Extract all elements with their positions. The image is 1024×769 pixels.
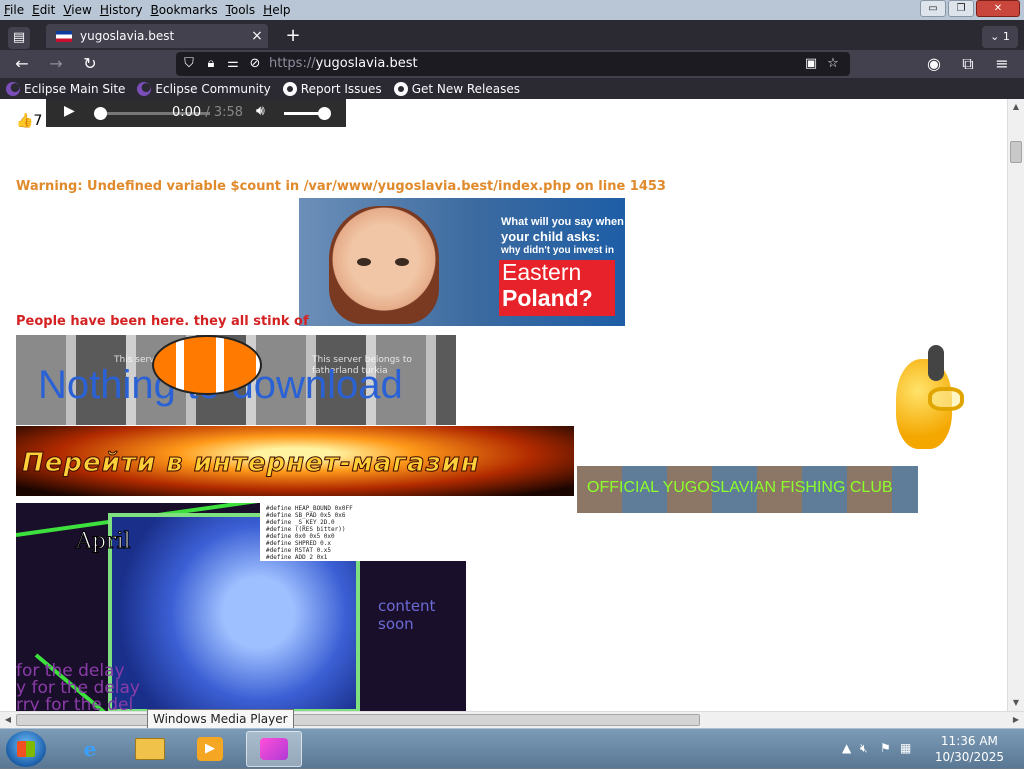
menu-history[interactable]: History — [96, 0, 147, 20]
permissions-icon[interactable]: ⚌ — [224, 55, 242, 73]
ad-line-1: What will you say when — [501, 216, 624, 228]
tab-title: yugoslavia.best — [80, 29, 175, 43]
shop-banner-text: Перейти в интернет-магазин — [22, 448, 480, 479]
ad-poland: Poland? — [502, 285, 593, 311]
forward-arrow-icon[interactable]: → — [44, 53, 68, 75]
fishing-club-text: OFFICIAL YUGOSLAVIAN FISHING CLUB — [587, 479, 893, 496]
tracking-blocked-icon[interactable]: ⊘ — [246, 55, 264, 73]
bookmark-eclipse-main-site[interactable]: Eclipse Main Site — [6, 81, 125, 96]
tab-bar: ▤ yugoslavia.best × + ⌄ 1 — [0, 20, 1024, 50]
stink-text: People have been here. they all stink of — [16, 314, 309, 329]
reload-icon[interactable]: ↻ — [78, 53, 102, 75]
extensions-icon[interactable]: ⧉ — [956, 53, 980, 75]
diver-duck-image — [888, 345, 966, 457]
bookmark-get-new-releases[interactable]: Get New Releases — [393, 81, 520, 96]
audio-time: 0:00 / 3:58 — [172, 105, 244, 120]
menu-bookmarks[interactable]: Bookmarks — [147, 0, 222, 20]
menu-tools[interactable]: Tools — [222, 0, 260, 20]
new-tab-button[interactable]: + — [282, 25, 304, 47]
list-all-tabs-button[interactable]: ⌄ 1 — [982, 26, 1018, 48]
eastern-poland-ad[interactable]: What will you say when your child asks: … — [299, 198, 625, 326]
navigation-toolbar: ← → ↻ ⛉ 🔒︎ ⚌ ⊘ https://yugoslavia.best ▣… — [0, 50, 1024, 78]
file-explorer-icon[interactable] — [122, 731, 178, 767]
account-icon[interactable]: ◉ — [922, 53, 946, 75]
github-icon — [393, 81, 408, 96]
tab-close-icon[interactable]: × — [246, 28, 268, 44]
taskbar-tooltip: Windows Media Player — [147, 709, 294, 729]
scroll-right-arrow-icon[interactable]: ▶ — [1008, 712, 1024, 728]
minimize-button[interactable]: ▭ — [920, 0, 946, 17]
network-icon[interactable]: ▦ — [900, 741, 911, 755]
vertical-scroll-thumb[interactable] — [1010, 141, 1022, 163]
bookmarks-toolbar: Eclipse Main Site Eclipse Community Repo… — [0, 78, 1024, 99]
page-content: 👍7 ▶ 0:00 / 3:58 🔊︎ Warning: Undefined v… — [0, 99, 1007, 711]
april-text: April — [76, 529, 132, 555]
volume-muted-icon[interactable]: 🔇︎ — [860, 741, 868, 756]
menu-view[interactable]: View — [59, 0, 95, 20]
windows-logo-icon — [17, 741, 35, 757]
reader-view-icon[interactable]: ▣ — [802, 55, 820, 73]
clock-date: 10/30/2025 — [934, 750, 1004, 764]
github-icon — [282, 81, 297, 96]
clownfish-image — [152, 335, 262, 395]
child-face-image — [329, 206, 439, 324]
eclipse-icon — [137, 81, 152, 96]
ad-eastern: Eastern — [502, 259, 582, 285]
ad-line-2: your child asks: — [501, 229, 600, 244]
action-center-flag-icon[interactable]: ⚑ — [880, 741, 891, 755]
fishing-club-banner[interactable]: OFFICIAL YUGOSLAVIAN FISHING CLUB — [577, 466, 918, 513]
audio-player[interactable]: ▶ 0:00 / 3:58 🔊︎ — [46, 99, 346, 127]
code-notes-image: #define HEAP_BOUND 0x0FF #define SB_PAD 0… — [260, 503, 466, 561]
clock-time: 11:36 AM — [940, 734, 998, 748]
audio-progress-knob[interactable] — [94, 107, 107, 120]
horizontal-scroll-thumb[interactable] — [16, 714, 700, 726]
april-collage-image: #define HEAP_BOUND 0x0FF #define SB_PAD 0… — [16, 503, 466, 711]
clock[interactable]: 11:36 AM 10/30/2025 — [935, 733, 1004, 765]
url-text[interactable]: https://yugoslavia.best — [269, 56, 418, 71]
thumbs-up-icon: 👍 — [16, 113, 34, 129]
scroll-down-arrow-icon[interactable]: ▼ — [1008, 695, 1024, 711]
start-button[interactable] — [6, 731, 46, 767]
play-icon[interactable]: ▶ — [64, 103, 75, 119]
online-shop-banner[interactable]: Перейти в интернет-магазин — [16, 426, 574, 496]
firefox-view-icon[interactable]: ▤ — [8, 27, 30, 49]
url-bar[interactable]: ⛉ 🔒︎ ⚌ ⊘ https://yugoslavia.best ▣ ☆ — [176, 52, 850, 76]
volume-icon[interactable]: 🔊︎ — [256, 103, 265, 119]
close-window-button[interactable]: ✕ — [976, 0, 1020, 17]
volume-knob[interactable] — [318, 107, 331, 120]
menu-bar: File Edit View History Bookmarks Tools H… — [0, 0, 1024, 20]
bookmark-report-issues[interactable]: Report Issues — [282, 81, 382, 96]
vertical-scrollbar[interactable]: ▲ ▼ — [1007, 99, 1024, 711]
system-tray: ▲ 🔇︎ ⚑ ▦ 11:36 AM 10/30/2025 — [834, 729, 1024, 769]
content-soon-text: content soon — [378, 597, 436, 633]
shield-icon[interactable]: ⛉ — [180, 55, 198, 73]
eclipse-icon — [6, 81, 20, 96]
hamburger-menu-icon[interactable]: ≡ — [990, 53, 1014, 75]
menu-file[interactable]: File — [0, 0, 28, 20]
eastern-poland-box: Eastern Poland? — [499, 260, 615, 316]
media-player-icon[interactable]: ▶ — [182, 731, 238, 767]
bookmark-star-icon[interactable]: ☆ — [824, 55, 842, 73]
menu-edit[interactable]: Edit — [28, 0, 59, 20]
back-arrow-icon[interactable]: ← — [10, 53, 34, 75]
window-controls: ▭ ❐ ✕ — [920, 0, 1020, 17]
yugoslavia-flag-icon — [56, 30, 72, 42]
tab-count: 1 — [1002, 30, 1010, 43]
firefox-taskbar-icon[interactable] — [246, 731, 302, 767]
lock-icon[interactable]: 🔒︎ — [202, 55, 220, 73]
ad-line-3: why didn't you invest in — [501, 245, 614, 256]
likes-counter[interactable]: 👍7 — [16, 113, 42, 129]
taskbar: e ▶ ▲ 🔇︎ ⚑ ▦ 11:36 AM 10/30/2025 — [0, 728, 1024, 768]
delay-text: for the delay y for the delay rry for th… — [16, 661, 140, 712]
bookmark-eclipse-community[interactable]: Eclipse Community — [137, 81, 271, 96]
menu-help[interactable]: Help — [259, 0, 294, 20]
scroll-up-arrow-icon[interactable]: ▲ — [1008, 99, 1024, 115]
show-hidden-icons-arrow[interactable]: ▲ — [842, 741, 851, 755]
tab-active[interactable]: yugoslavia.best × — [46, 24, 268, 48]
php-warning: Warning: Undefined variable $count in /v… — [16, 179, 666, 194]
internet-explorer-icon[interactable]: e — [62, 731, 118, 767]
scroll-left-arrow-icon[interactable]: ◀ — [0, 712, 16, 728]
restore-button[interactable]: ❐ — [948, 0, 974, 17]
